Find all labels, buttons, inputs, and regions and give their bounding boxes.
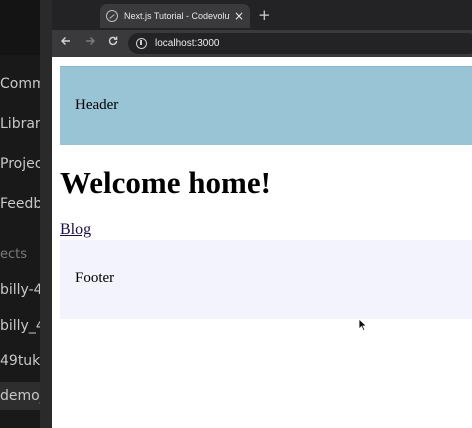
header-text: Header	[75, 97, 119, 113]
sidebar-item-feedback[interactable]: Feedba	[0, 196, 42, 212]
reload-icon[interactable]	[105, 35, 121, 51]
site-info-icon[interactable]	[136, 38, 147, 49]
blog-link[interactable]: Blog	[60, 221, 91, 239]
sidebar-project-item[interactable]: billy-4!	[0, 282, 42, 298]
page-footer: Footer	[60, 240, 472, 319]
page-title: Welcome home!	[60, 165, 271, 200]
sidebar-project-item[interactable]: billy_4	[0, 318, 42, 334]
back-icon[interactable]	[58, 35, 74, 51]
browser-tab[interactable]: Next.js Tutorial - Codevolution ×	[100, 4, 250, 28]
sidebar-item-library[interactable]: Library	[0, 116, 42, 132]
page-content: Header Welcome home! Blog Footer	[52, 57, 472, 428]
window-divider	[40, 0, 52, 428]
sidebar-top-bar	[0, 0, 42, 55]
url-text[interactable]: localhost:3000	[155, 38, 220, 49]
sidebar-project-item[interactable]: 49tuku	[0, 353, 42, 369]
mouse-cursor-icon	[358, 318, 368, 332]
tab-bar: Next.js Tutorial - Codevolution × +	[52, 0, 472, 30]
sidebar-project-item-active[interactable]: demo_	[0, 382, 42, 410]
tab-title: Next.js Tutorial - Codevolution	[124, 11, 230, 21]
close-icon[interactable]: ×	[234, 9, 244, 23]
sidebar-item-projects[interactable]: Project	[0, 156, 42, 172]
browser-toolbar: localhost:3000	[52, 30, 472, 57]
forward-icon[interactable]	[82, 35, 98, 51]
globe-icon	[106, 10, 118, 22]
app-sidebar: Comm Library Project Feedba ects billy-4…	[0, 0, 42, 428]
footer-text: Footer	[75, 270, 115, 286]
address-bar[interactable]: localhost:3000	[128, 33, 472, 54]
new-tab-button[interactable]: +	[258, 6, 271, 24]
sidebar-item-community[interactable]: Comm	[0, 76, 42, 92]
browser-window: Next.js Tutorial - Codevolution × + loca…	[52, 0, 472, 428]
sidebar-section-label: ects	[0, 247, 28, 262]
page-header: Header	[60, 66, 472, 145]
